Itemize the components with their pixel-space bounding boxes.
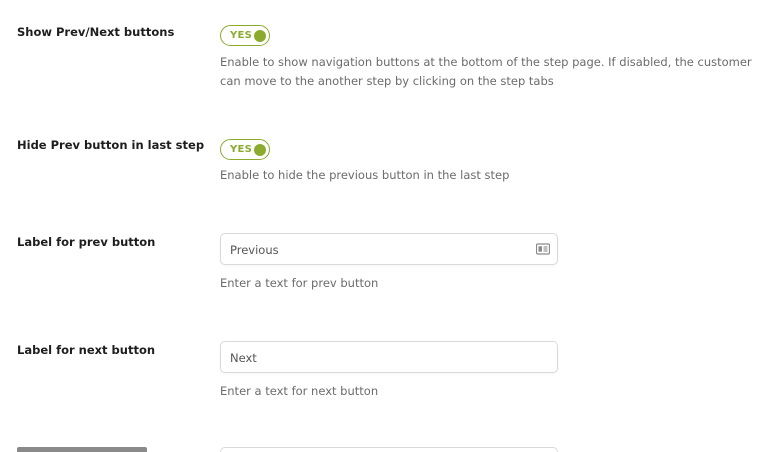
- input-value: Next: [230, 351, 257, 365]
- setting-label: Label for next button: [17, 343, 156, 357]
- setting-label: Show Prev/Next buttons: [17, 25, 175, 39]
- toggle-knob: [254, 143, 266, 156]
- partial-setting-label: [17, 447, 147, 452]
- contact-card-icon[interactable]: [536, 242, 550, 256]
- setting-help-text: Enter a text for next button: [220, 384, 379, 398]
- setting-help-text: Enable to show navigation buttons at the…: [220, 55, 752, 88]
- toggle-knob: [254, 29, 266, 42]
- show-prev-next-toggle[interactable]: YES: [220, 25, 270, 46]
- toggle-state-text: YES: [230, 30, 253, 41]
- hide-prev-last-toggle[interactable]: YES: [220, 139, 270, 160]
- setting-help-text: Enable to hide the previous button in th…: [220, 168, 510, 182]
- setting-field: Next: [220, 341, 558, 373]
- toggle-state-text: YES: [230, 144, 253, 155]
- setting-field: Previous: [220, 233, 558, 265]
- setting-field: YES: [220, 23, 270, 46]
- setting-label: Label for prev button: [17, 235, 156, 249]
- partial-text-input[interactable]: [220, 447, 558, 452]
- setting-field: YES: [220, 137, 270, 160]
- prev-label-input[interactable]: Previous: [220, 233, 558, 265]
- input-value: Previous: [230, 243, 279, 257]
- settings-panel: Show Prev/Next buttons YES Enable to sho…: [0, 0, 769, 452]
- setting-help-text: Enter a text for prev button: [220, 276, 379, 290]
- setting-label: Hide Prev button in last step: [17, 138, 205, 152]
- next-label-input[interactable]: Next: [220, 341, 558, 373]
